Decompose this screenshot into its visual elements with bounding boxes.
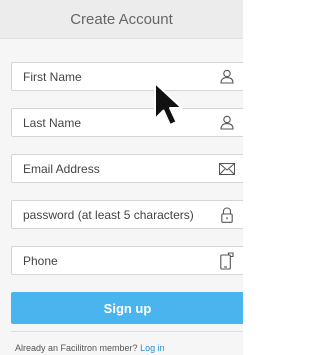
create-account-card: Create Account First Name Last Name Emai… [0, 0, 243, 355]
last-name-placeholder: Last Name [23, 115, 82, 130]
signup-form: First Name Last Name Email Address passw… [11, 62, 243, 324]
phone-icon [219, 251, 235, 270]
email-field[interactable]: Email Address [11, 154, 243, 183]
login-link[interactable]: Log in [140, 343, 165, 353]
envelope-icon [219, 161, 235, 177]
page-title: Create Account [70, 10, 173, 28]
password-placeholder: password (at least 5 characters) [23, 207, 194, 222]
page-header: Create Account [0, 0, 243, 39]
password-field[interactable]: password (at least 5 characters) [11, 200, 243, 229]
signup-button-label: Sign up [103, 300, 152, 316]
phone-field[interactable]: Phone [11, 246, 243, 275]
first-name-field[interactable]: First Name [11, 62, 243, 91]
lock-icon [219, 206, 235, 223]
user-icon [219, 69, 235, 85]
first-name-placeholder: First Name [23, 69, 82, 84]
login-prompt: Already an Facilitron member? Log in [15, 343, 165, 353]
email-placeholder: Email Address [23, 161, 100, 176]
user-icon [219, 115, 235, 131]
divider [11, 331, 243, 332]
signup-button[interactable]: Sign up [11, 292, 243, 324]
phone-placeholder: Phone [23, 253, 58, 268]
last-name-field[interactable]: Last Name [11, 108, 243, 137]
login-prompt-text: Already an Facilitron member? [15, 343, 138, 353]
